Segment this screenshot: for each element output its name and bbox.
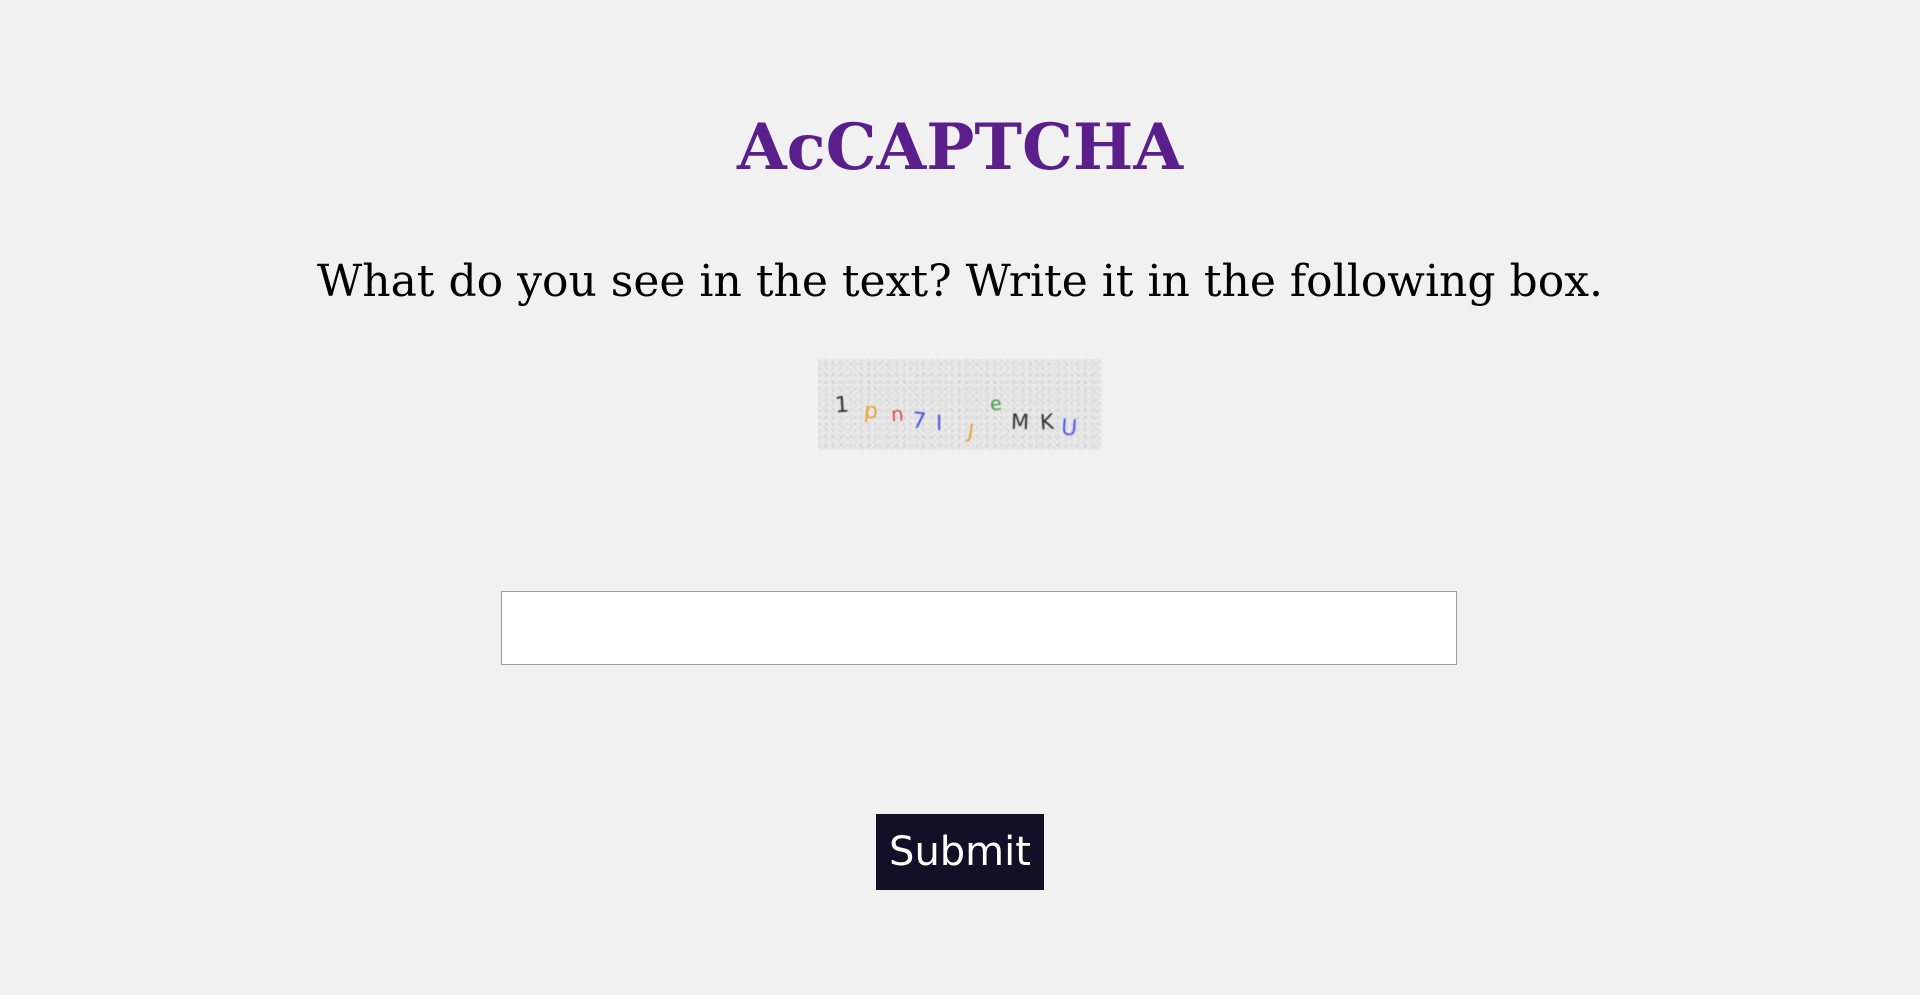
page-title: AcCAPTCHA xyxy=(736,110,1184,185)
captcha-page: AcCAPTCHA What do you see in the text? W… xyxy=(0,0,1920,995)
captcha-char: I xyxy=(936,411,943,435)
captcha-char: J xyxy=(966,418,976,444)
captcha-char: U xyxy=(1060,415,1078,442)
captcha-char: e xyxy=(988,392,1003,416)
captcha-char: p xyxy=(862,398,880,425)
submit-button[interactable]: Submit xyxy=(876,814,1044,890)
captcha-answer-input[interactable] xyxy=(501,591,1457,665)
captcha-image: 1pn7IJeMKU xyxy=(818,359,1101,450)
captcha-char: 1 xyxy=(834,392,850,419)
captcha-char: K xyxy=(1039,409,1055,435)
captcha-char: n xyxy=(890,401,905,427)
instruction-text: What do you see in the text? Write it in… xyxy=(317,256,1603,307)
captcha-char: 7 xyxy=(910,408,928,435)
captcha-char: M xyxy=(1010,409,1030,435)
